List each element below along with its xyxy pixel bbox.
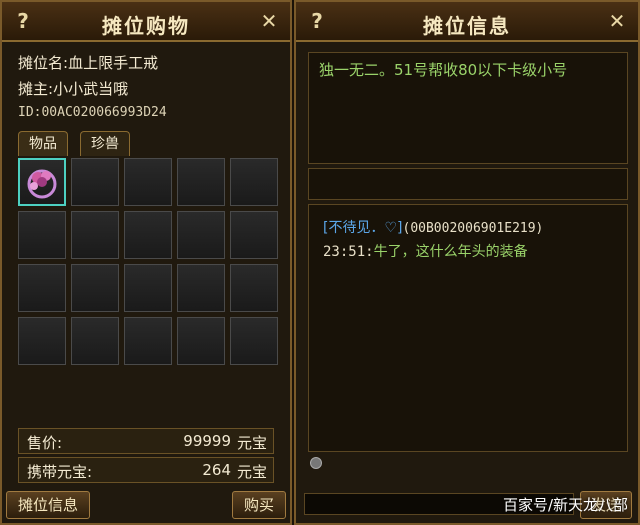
item-slot[interactable] [71, 158, 119, 206]
chat-message-line: 23:51:牛了，这什么年头的装备 [323, 241, 528, 261]
item-slot[interactable] [71, 211, 119, 259]
panel-title: 摊位信息 [423, 14, 511, 38]
item-slot[interactable] [71, 317, 119, 365]
chat-log: [不待见．♡](00B002006901E219) 23:51:牛了，这什么年头… [308, 204, 628, 452]
item-slot[interactable] [177, 264, 225, 312]
divider-box [308, 168, 628, 200]
price-bar: 售价: 99999 元宝 [18, 428, 274, 454]
panel-title: 摊位购物 [102, 14, 190, 38]
item-slot[interactable] [230, 158, 278, 206]
stall-name-label: 摊位名: [18, 54, 69, 72]
stall-info-button[interactable]: 摊位信息 [6, 491, 90, 519]
item-grid [18, 158, 278, 368]
stall-message-box: 独一无二。51号帮收80以下卡级小号 [308, 52, 628, 164]
item-slot[interactable] [230, 317, 278, 365]
item-slot[interactable] [18, 211, 66, 259]
chat-sender-id: (00B002006901E219) [402, 221, 544, 236]
stall-message: 独一无二。51号帮收80以下卡级小号 [319, 61, 568, 79]
item-slot[interactable] [124, 264, 172, 312]
carried-bar: 携带元宝: 264 元宝 [18, 457, 274, 483]
item-slot[interactable] [124, 317, 172, 365]
ring-icon [27, 169, 57, 199]
tab-pets[interactable]: 珍兽 [80, 131, 130, 156]
owner-name: 小小武当哦 [53, 80, 129, 98]
stall-shop-panel: ? 摊位购物 ✕ 摊位名:血上限手工戒 摊主:小小武当哦 ID:00AC0200… [0, 0, 292, 525]
close-icon[interactable]: ✕ [606, 10, 628, 32]
item-slot[interactable] [177, 158, 225, 206]
price-label: 售价: [27, 434, 63, 452]
stall-id: ID:00AC020066993D24 [18, 105, 167, 120]
chat-sender-line: [不待见．♡](00B002006901E219) [323, 217, 543, 237]
item-slot[interactable] [18, 158, 66, 206]
stall-name-row: 摊位名:血上限手工戒 [18, 52, 158, 73]
item-slot[interactable] [124, 158, 172, 206]
item-slot[interactable] [18, 264, 66, 312]
item-slot[interactable] [18, 317, 66, 365]
buy-button[interactable]: 购买 [232, 491, 286, 519]
chat-time: 23:51: [323, 244, 374, 260]
scroll-knob[interactable] [310, 457, 322, 469]
stall-info-panel: ? 摊位信息 ✕ 独一无二。51号帮收80以下卡级小号 [不待见．♡](00B0… [294, 0, 640, 525]
carried-unit: 元宝 [236, 463, 267, 481]
item-slot[interactable] [230, 264, 278, 312]
tab-items[interactable]: 物品 [18, 131, 68, 156]
carried-label: 携带元宝: [27, 463, 93, 481]
chat-message: 牛了，这什么年头的装备 [373, 244, 528, 260]
owner-label: 摊主: [18, 80, 54, 98]
watermark: 百家号/新天龙八部 [502, 496, 628, 514]
item-slot[interactable] [177, 317, 225, 365]
chat-sender-name[interactable]: [不待见． [323, 220, 384, 236]
title-bar: ? 摊位信息 ✕ [296, 2, 638, 42]
item-slot[interactable] [230, 211, 278, 259]
owner-row: 摊主:小小武当哦 [18, 78, 128, 99]
close-icon[interactable]: ✕ [258, 10, 280, 32]
stall-name: 血上限手工戒 [68, 54, 159, 72]
item-slot[interactable] [71, 264, 119, 312]
heart-icon: ♡ [384, 220, 398, 236]
price-value: 99999 [183, 432, 231, 450]
item-slot[interactable] [177, 211, 225, 259]
title-bar: ? 摊位购物 ✕ [2, 2, 290, 42]
price-unit: 元宝 [236, 434, 267, 452]
carried-value: 264 [202, 461, 231, 479]
item-slot[interactable] [124, 211, 172, 259]
